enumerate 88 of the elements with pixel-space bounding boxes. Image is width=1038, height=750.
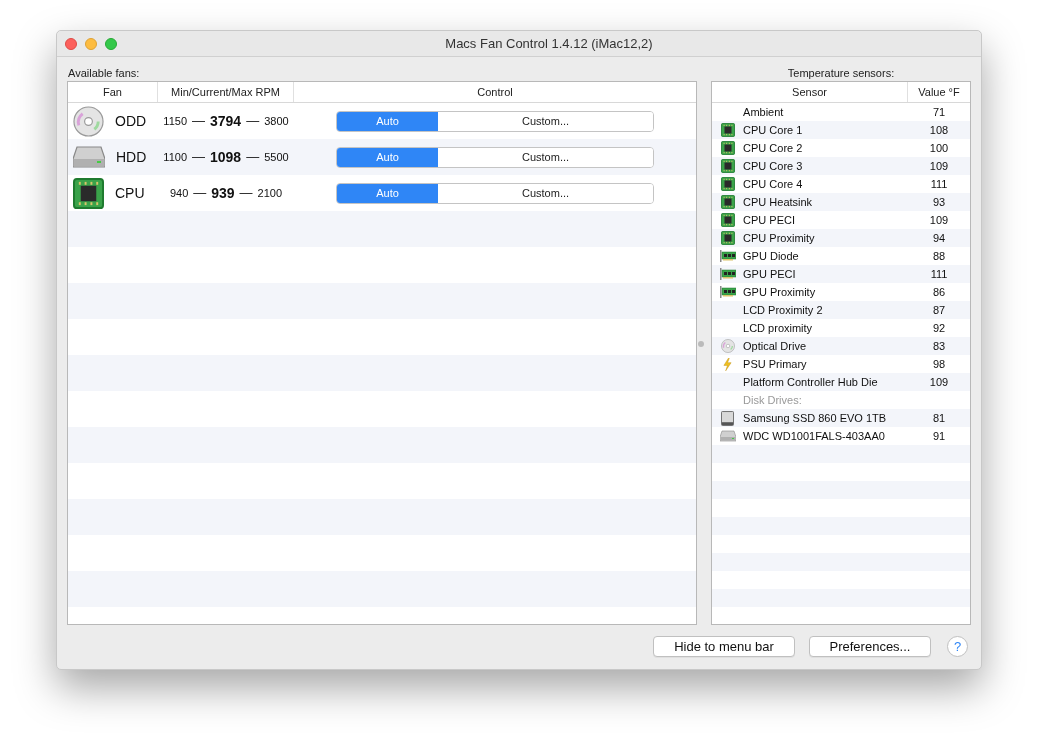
sensor-name: CPU PECI xyxy=(743,212,796,228)
sensor-name: Optical Drive xyxy=(743,338,807,354)
sensor-name: GPU Diode xyxy=(743,248,800,264)
sensor-name: PSU Primary xyxy=(743,356,808,372)
graphics-card-icon xyxy=(719,286,736,298)
dash: — xyxy=(192,148,205,167)
sensor-value: 108 xyxy=(928,122,950,138)
section-label: Available fans: xyxy=(67,66,141,81)
rpm-current: 939 xyxy=(211,183,235,203)
sensor-value: 71 xyxy=(931,104,947,120)
group-label: Disk Drives: xyxy=(742,392,802,408)
rpm-min: 1150 xyxy=(163,113,187,129)
cpu-chip-icon xyxy=(73,177,104,209)
column-header: Fan xyxy=(68,82,158,102)
sensor-name: CPU Proximity xyxy=(743,230,816,246)
dash: — xyxy=(246,112,260,131)
drive-icon xyxy=(721,410,735,426)
sensor-value: 92 xyxy=(931,320,947,336)
cpu-chip-icon xyxy=(720,213,735,227)
sensor-name: LCD Proximity 2 xyxy=(743,302,824,318)
zoom-button[interactable] xyxy=(105,37,117,50)
fan-name: CPU xyxy=(115,183,145,203)
sensor-value: 109 xyxy=(928,374,950,390)
sensor-value: 109 xyxy=(928,158,950,174)
dash: — xyxy=(239,184,253,203)
sensor-name: GPU PECI xyxy=(743,266,797,282)
sensor-value: 111 xyxy=(929,176,949,192)
cpu-chip-icon xyxy=(720,195,735,209)
sensor-value: 86 xyxy=(931,284,947,300)
segment-tab[interactable]: Auto xyxy=(337,111,438,131)
rpm-current: 1098 xyxy=(210,147,242,167)
cpu-chip-icon xyxy=(720,159,735,173)
sensor-value: 94 xyxy=(931,230,947,246)
sensor-value: 109 xyxy=(928,212,950,228)
hard-drive-icon xyxy=(719,430,736,442)
fan-name: ODD xyxy=(115,111,147,131)
sensor-name: CPU Core 1 xyxy=(743,122,804,138)
dash: — xyxy=(246,148,260,167)
segment-tab[interactable]: Auto xyxy=(337,183,438,203)
sensor-value: 81 xyxy=(931,410,947,426)
dash: — xyxy=(192,112,205,131)
sensor-name: CPU Core 2 xyxy=(743,140,804,156)
rpm-min: 1100 xyxy=(163,149,187,165)
sensor-name: CPU Core 3 xyxy=(743,158,804,174)
sensor-name: WDC WD1001FALS-403AA0 xyxy=(743,428,886,444)
cpu-chip-icon xyxy=(720,177,735,191)
section-label: Temperature sensors: xyxy=(786,66,896,81)
cpu-chip-icon xyxy=(720,141,735,155)
rpm-current: 3794 xyxy=(210,111,242,131)
column-header: Control xyxy=(476,85,514,100)
help-button[interactable]: ? xyxy=(947,636,968,657)
window-title: Macs Fan Control 1.4.12 (iMac12,2) xyxy=(444,34,654,53)
sensor-name: LCD proximity xyxy=(743,320,814,336)
push-button[interactable]: Hide to menu bar xyxy=(653,636,795,657)
sensor-value: 83 xyxy=(931,338,947,354)
sensor-value: 100 xyxy=(928,140,950,156)
sensor-value: 91 xyxy=(931,428,947,444)
split-handle[interactable] xyxy=(698,341,705,347)
column-header: Min/Current/Max RPM xyxy=(158,82,294,102)
push-button[interactable]: Preferences... xyxy=(809,636,931,657)
sensor-name: Ambient xyxy=(743,104,785,120)
rpm-max: 3800 xyxy=(264,113,289,129)
sensor-name: CPU Heatsink xyxy=(743,194,814,210)
rpm-min: 940 xyxy=(169,185,189,201)
fan-name: HDD xyxy=(116,147,147,167)
hard-drive-icon xyxy=(73,145,105,169)
sensor-value: 88 xyxy=(931,248,947,264)
sensor-name: Platform Controller Hub Die xyxy=(743,374,879,390)
rpm-max: 2100 xyxy=(257,185,283,201)
sensor-name: Samsung SSD 860 EVO 1TB xyxy=(743,410,888,426)
sensor-value: 87 xyxy=(931,302,947,318)
minimize-button[interactable] xyxy=(85,37,97,50)
column-header: Value °F xyxy=(917,85,961,100)
sensor-name: GPU Proximity xyxy=(743,284,817,300)
sensor-value: 111 xyxy=(929,266,949,282)
cpu-chip-icon xyxy=(720,123,735,137)
graphics-card-icon xyxy=(719,268,736,280)
dash: — xyxy=(193,184,207,203)
graphics-card-icon xyxy=(719,250,736,262)
sensor-value: 98 xyxy=(931,356,947,372)
segment-tab[interactable]: Auto xyxy=(337,147,438,167)
rpm-max: 5500 xyxy=(264,149,289,165)
column-header: Sensor xyxy=(712,82,908,102)
lightning-bolt-icon xyxy=(723,357,733,371)
cpu-chip-icon xyxy=(720,231,735,245)
sensor-name: CPU Core 4 xyxy=(743,176,804,192)
sensor-value: 93 xyxy=(931,194,947,210)
close-button[interactable] xyxy=(65,37,77,50)
